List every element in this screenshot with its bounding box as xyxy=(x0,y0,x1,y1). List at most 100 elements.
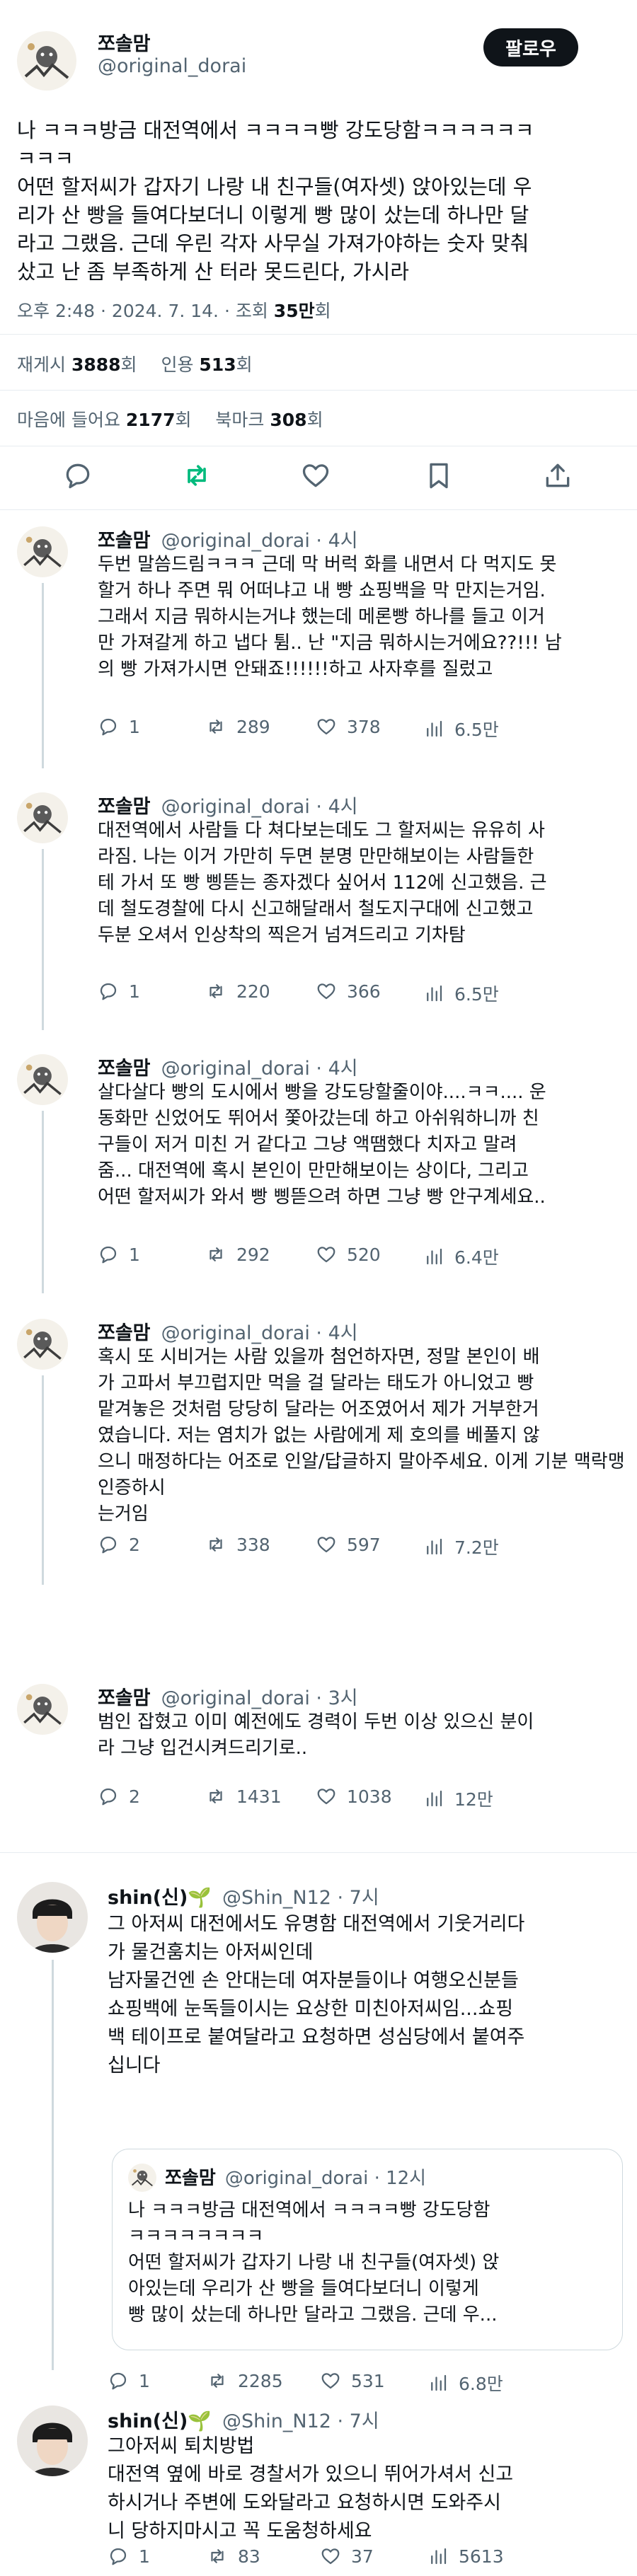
author-handle[interactable]: @original_dorai · 4시 xyxy=(161,1058,358,1080)
author-handle[interactable]: @Shin_N12 · 7시 xyxy=(222,1887,379,1909)
repost-button[interactable]: 289 xyxy=(205,716,270,737)
quotes-stat[interactable]: 인용 513회 xyxy=(161,354,252,375)
like-button[interactable]: 378 xyxy=(316,716,381,737)
repost-button[interactable]: 2285 xyxy=(207,2370,283,2391)
quotes-suffix: 회 xyxy=(236,354,253,375)
author-name[interactable]: shin(신) xyxy=(108,2410,188,2432)
share-button[interactable] xyxy=(542,460,573,491)
author-handle[interactable]: @original_dorai · 4시 xyxy=(161,1322,358,1344)
reply-count: 1 xyxy=(129,981,140,1002)
like-button[interactable]: 520 xyxy=(316,1244,381,1265)
views-button[interactable]: 6.5만 xyxy=(423,981,499,1006)
repost-button[interactable]: 220 xyxy=(205,981,270,1002)
follow-button[interactable]: 팔로우 xyxy=(483,28,578,67)
repost-icon xyxy=(210,1247,222,1261)
divider xyxy=(0,334,637,335)
avatar[interactable] xyxy=(17,2405,88,2476)
views-count: 6.5만 xyxy=(454,720,499,740)
reply-button[interactable]: 2 xyxy=(98,1786,140,1807)
author-handle[interactable]: @original_dorai · 3시 xyxy=(161,1687,358,1709)
repost-icon xyxy=(210,720,222,734)
author-name[interactable]: 쪼솔맘 xyxy=(98,796,151,818)
like-button[interactable]: 597 xyxy=(316,1534,381,1555)
like-button[interactable]: 1038 xyxy=(316,1786,392,1807)
avatar[interactable] xyxy=(17,1319,68,1370)
like-button[interactable]: 366 xyxy=(316,981,381,1002)
reply-text: 그아저씨 퇴치방법 대전역 옆에 바로 경찰서가 있으니 뛰어가셔서 신고 하시… xyxy=(108,2435,514,2542)
thread-line xyxy=(42,1111,44,1293)
timestamp-text[interactable]: 오후 2:48 · 2024. 7. 14. · 조회 xyxy=(17,301,274,321)
avatar[interactable] xyxy=(17,1054,68,1105)
heart-icon xyxy=(317,1247,335,1263)
heart-icon xyxy=(317,1537,335,1553)
reply-text: 혹시 또 시비거는 사람 있을까 첨언하자면, 정말 본인이 배 가 고파서 부… xyxy=(98,1346,625,1525)
author-handle[interactable]: @Shin_N12 · 7시 xyxy=(222,2410,379,2432)
heart-icon xyxy=(317,983,335,1000)
bookmarks-stat[interactable]: 북마크 308회 xyxy=(215,410,323,430)
bookmark-icon xyxy=(430,463,448,489)
repost-button[interactable]: 338 xyxy=(205,1534,270,1555)
author-handle[interactable]: @original_dorai xyxy=(98,55,246,77)
repost-button[interactable]: 1431 xyxy=(205,1786,282,1807)
author-name[interactable]: 쪼솔맘 xyxy=(98,1687,151,1709)
views-button[interactable]: 7.2만 xyxy=(423,1534,499,1559)
reply-header: 쪼솔맘 @original_dorai · 3시 xyxy=(98,1682,358,1710)
avatar[interactable] xyxy=(17,792,68,843)
author-handle[interactable]: @original_dorai · 4시 xyxy=(161,796,358,818)
reply-button[interactable]: 1 xyxy=(108,2546,150,2567)
share-icon xyxy=(546,463,570,487)
author-name[interactable]: 쪼솔맘 xyxy=(98,1322,151,1344)
likes-stat[interactable]: 마음에 들어요 2177회 xyxy=(17,410,192,430)
reply-button[interactable] xyxy=(62,460,93,491)
like-button[interactable]: 37 xyxy=(320,2546,374,2567)
likes-suffix: 회 xyxy=(175,410,192,430)
views-button[interactable]: 6.8만 xyxy=(427,2370,503,2396)
reply-button[interactable]: 1 xyxy=(98,716,140,737)
views-button[interactable]: 6.5만 xyxy=(423,716,499,741)
repost-button[interactable]: 83 xyxy=(207,2546,260,2567)
reposts-stat[interactable]: 재게시 3888회 xyxy=(17,354,137,375)
views-button[interactable]: 12만 xyxy=(423,1786,493,1811)
views-button[interactable]: 6.4만 xyxy=(423,1244,499,1269)
quoted-tweet[interactable]: 쪼솔맘 @original_dorai · 12시 나 ㅋㅋㅋ방금 대전역에서 … xyxy=(112,2149,623,2350)
author-name[interactable]: shin(신) xyxy=(108,1887,188,1909)
repost-count: 2285 xyxy=(238,2370,283,2391)
reply-header: shin(신)🌱 @Shin_N12 · 7시 xyxy=(108,1882,379,1910)
reposts-suffix: 회 xyxy=(120,354,137,375)
reply-header: 쪼솔맘 @original_dorai · 4시 xyxy=(98,525,358,553)
views-count: 7.2만 xyxy=(454,1537,499,1558)
views-count: 5613 xyxy=(459,2546,504,2567)
repost-count: 338 xyxy=(236,1534,270,1555)
bookmark-button[interactable] xyxy=(423,460,454,491)
like-button[interactable]: 531 xyxy=(320,2370,385,2391)
avatar[interactable] xyxy=(17,1684,68,1735)
reply-button[interactable]: 2 xyxy=(98,1534,140,1555)
reply-button[interactable]: 1 xyxy=(98,981,140,1002)
divider xyxy=(0,509,637,510)
quotes-label: 인용 xyxy=(161,354,200,375)
reply-button[interactable]: 1 xyxy=(108,2370,150,2391)
avatar[interactable] xyxy=(17,31,76,91)
heart-icon xyxy=(302,464,329,487)
reposts-count: 3888 xyxy=(71,354,121,375)
reply-icon xyxy=(110,2548,127,2565)
repost-button[interactable]: 292 xyxy=(205,1244,270,1265)
author-name[interactable]: 쪼솔맘 xyxy=(98,28,151,56)
tweet-timestamp: 오후 2:48 · 2024. 7. 14. · 조회 35만회 xyxy=(17,297,331,323)
repost-button[interactable] xyxy=(181,460,212,491)
avatar[interactable] xyxy=(17,526,68,577)
author-name[interactable]: 쪼솔맘 xyxy=(98,1058,151,1080)
reply-icon xyxy=(100,718,117,736)
author-handle[interactable]: @original_dorai · 4시 xyxy=(161,530,358,552)
like-button[interactable] xyxy=(300,460,331,491)
quote-header: 쪼솔맘 @original_dorai · 12시 xyxy=(165,2164,426,2190)
author-name[interactable]: 쪼솔맘 xyxy=(98,530,151,552)
avatar[interactable] xyxy=(17,1882,88,1953)
divider xyxy=(0,390,637,391)
thread-line xyxy=(52,1960,54,2370)
repost-count: 289 xyxy=(236,716,270,737)
likes-count: 2177 xyxy=(125,410,176,430)
reply-button[interactable]: 1 xyxy=(98,1244,140,1265)
views-icon xyxy=(427,1538,442,1555)
views-button[interactable]: 5613 xyxy=(427,2546,504,2567)
